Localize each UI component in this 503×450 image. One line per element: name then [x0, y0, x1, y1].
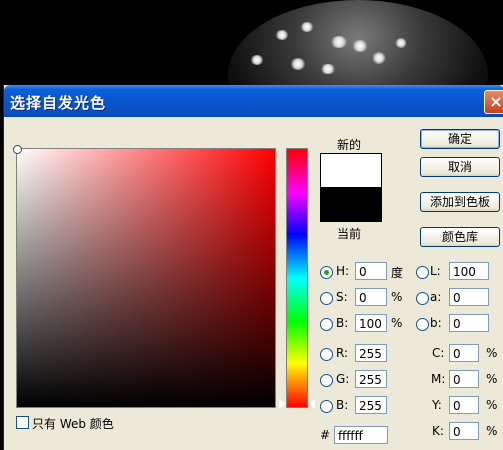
radio-b-rgb[interactable]	[320, 400, 333, 413]
label-a: a:	[430, 290, 442, 304]
input-s[interactable]: 0	[355, 288, 387, 306]
unit-m: %	[486, 372, 498, 386]
input-b-lab[interactable]: 0	[449, 314, 489, 332]
close-icon[interactable]: ×	[484, 90, 503, 114]
hex-input[interactable]: ffffff	[334, 426, 388, 444]
input-h[interactable]: 0	[355, 262, 387, 280]
input-k[interactable]: 0	[449, 422, 479, 440]
radio-l[interactable]	[416, 266, 429, 279]
label-l: L:	[430, 264, 441, 278]
ok-button[interactable]: 确定	[420, 129, 500, 149]
label-b-rgb: B:	[336, 398, 349, 412]
input-b-rgb[interactable]: 255	[355, 396, 387, 414]
unit-h: 度	[391, 266, 404, 280]
label-k: K:	[432, 424, 444, 438]
radio-g[interactable]	[320, 374, 333, 387]
web-only-checkbox[interactable]	[16, 416, 29, 429]
highlight-dot	[250, 55, 264, 65]
input-y[interactable]: 0	[449, 396, 479, 414]
new-color-label: 新的	[337, 138, 362, 152]
dialog-title: 选择自发光色	[10, 94, 107, 112]
highlight-dot	[320, 64, 336, 74]
input-c[interactable]: 0	[449, 344, 479, 362]
unit-y: %	[486, 398, 498, 412]
radio-s[interactable]	[320, 292, 333, 305]
label-m: M:	[431, 372, 446, 386]
color-field-marker[interactable]	[13, 145, 22, 154]
cancel-button[interactable]: 取消	[420, 157, 500, 177]
highlight-dot	[300, 22, 314, 32]
input-l[interactable]: 100	[449, 262, 489, 280]
unit-c: %	[486, 346, 498, 360]
label-y: Y:	[432, 398, 442, 412]
title-bar[interactable]: 选择自发光色 ×	[4, 85, 503, 117]
hue-slider[interactable]	[286, 148, 308, 408]
highlight-dot	[352, 40, 368, 52]
label-s: S:	[336, 290, 348, 304]
radio-a[interactable]	[416, 292, 429, 305]
unit-b-hsb: %	[391, 316, 403, 330]
input-m[interactable]: 0	[449, 370, 479, 388]
highlight-dot	[330, 36, 348, 48]
current-color-swatch[interactable]	[320, 187, 382, 222]
hue-slider-right-arrow[interactable]	[309, 399, 315, 409]
highlight-dot	[290, 58, 306, 70]
unit-k: %	[486, 424, 498, 438]
current-color-label: 当前	[337, 227, 362, 241]
hex-label: #	[320, 428, 331, 442]
add-to-swatches-button[interactable]: 添加到色板	[420, 192, 500, 212]
radio-h[interactable]	[320, 266, 333, 279]
web-only-label: 只有 Web 颜色	[32, 417, 114, 431]
label-g: G:	[336, 372, 350, 386]
input-a[interactable]: 0	[449, 288, 489, 306]
input-r[interactable]: 255	[355, 344, 387, 362]
label-r: R:	[336, 346, 349, 360]
highlight-dot	[395, 38, 407, 48]
highlight-dot	[275, 30, 289, 40]
label-h: H:	[336, 264, 350, 278]
label-b-hsb: B:	[336, 316, 349, 330]
new-color-swatch	[320, 153, 382, 188]
input-g[interactable]: 255	[355, 370, 387, 388]
radio-b-lab[interactable]	[416, 318, 429, 331]
label-c: C:	[432, 346, 445, 360]
radio-b-hsb[interactable]	[320, 318, 333, 331]
hue-slider-left-arrow[interactable]	[279, 399, 285, 409]
unit-s: %	[391, 290, 403, 304]
color-picker-dialog: 选择自发光色 × 新的 当前 确定 取消 添加到色板 颜色库 H: 0 度 S:…	[3, 85, 503, 450]
highlight-dot	[372, 52, 386, 64]
label-b-lab: b:	[430, 316, 442, 330]
radio-r[interactable]	[320, 348, 333, 361]
input-b-hsb[interactable]: 100	[355, 314, 387, 332]
color-libraries-button[interactable]: 颜色库	[420, 227, 500, 247]
color-field[interactable]	[13, 145, 276, 408]
